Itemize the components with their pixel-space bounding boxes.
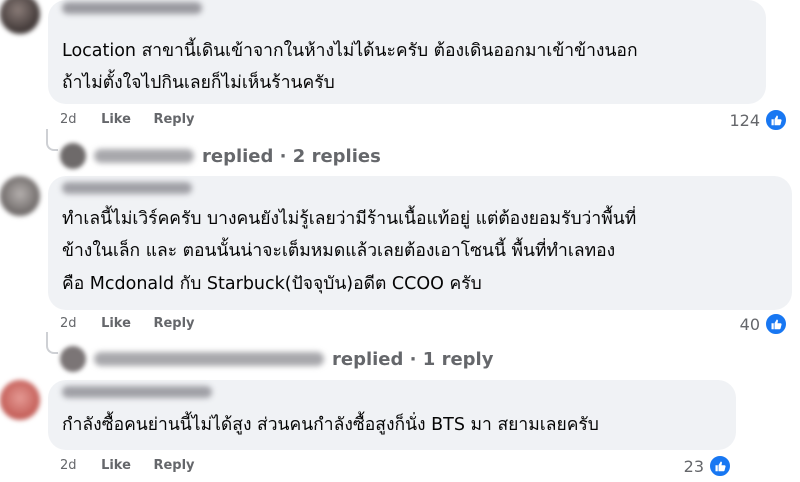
comment-text-line: Location สาขานี้เดินเข้าจากในห้างไม่ได้น… (62, 41, 638, 61)
commenter-avatar[interactable] (0, 176, 40, 216)
like-button[interactable]: Like (101, 112, 131, 127)
thumbs-up-icon (764, 108, 788, 132)
comment-text-line: คือ Mcdonald กับ Starbuck(ปัจจุบัน)อดีต … (62, 274, 482, 294)
reaction-summary[interactable]: 40 (740, 311, 788, 337)
reply-button[interactable]: Reply (153, 316, 194, 331)
like-button[interactable]: Like (101, 316, 131, 331)
comment-actions: 2d Like Reply (60, 112, 213, 127)
comment-bubble: Location สาขานี้เดินเข้าจากในห้างไม่ได้น… (48, 0, 766, 104)
replier-avatar (60, 346, 86, 372)
commenter-name[interactable] (62, 182, 192, 194)
reaction-count: 23 (683, 456, 704, 476)
comment-text-line: ถ้าไม่ตั้งใจไปกินเลยก็ไม่เห็นร้านครับ (62, 73, 335, 93)
reply-thread-line (46, 332, 58, 354)
comment-text-line: กำลังซื้อคนย่านนี้ไม่ได้สูง ส่วนคนกำลังซ… (62, 415, 599, 435)
comment-text-line: ข้างในเล็ก และ ตอนนั้นน่าจะเต็มหมดแล้วเล… (62, 241, 616, 261)
commenter-name[interactable] (62, 2, 202, 14)
replies-count-text: replied · 2 replies (202, 145, 381, 167)
comment-actions: 2d Like Reply (60, 316, 213, 331)
reaction-count: 124 (729, 110, 760, 130)
comment-timestamp[interactable]: 2d (60, 316, 77, 331)
reply-button[interactable]: Reply (153, 458, 194, 473)
comment-actions: 2d Like Reply (60, 458, 213, 473)
commenter-name[interactable] (62, 386, 212, 398)
replier-name (94, 149, 194, 163)
reaction-summary[interactable]: 23 (684, 453, 732, 479)
view-replies-link[interactable]: replied · 2 replies (46, 129, 381, 169)
thumbs-up-icon (708, 454, 732, 478)
comment-bubble: ทำเลนี้ไม่เวิร์คครับ บางคนยังไม่รู้เลยว่… (48, 176, 792, 310)
comment-timestamp[interactable]: 2d (60, 458, 77, 473)
reaction-summary[interactable]: 124 (729, 107, 788, 133)
reply-thread-line (46, 129, 58, 151)
comment-text-line: ทำเลนี้ไม่เวิร์คครับ บางคนยังไม่รู้เลยว่… (62, 209, 637, 229)
commenter-avatar[interactable] (0, 0, 40, 34)
comment-bubble: กำลังซื้อคนย่านนี้ไม่ได้สูง ส่วนคนกำลังซ… (48, 380, 736, 450)
replies-count-text: replied · 1 reply (332, 348, 494, 370)
like-button[interactable]: Like (101, 458, 131, 473)
view-replies-link[interactable]: replied · 1 reply (46, 332, 494, 372)
comment-timestamp[interactable]: 2d (60, 112, 77, 127)
commenter-avatar[interactable] (0, 380, 40, 420)
replier-avatar (60, 143, 86, 169)
reaction-count: 40 (739, 314, 760, 334)
replier-name (94, 352, 324, 366)
reply-button[interactable]: Reply (153, 112, 194, 127)
thumbs-up-icon (764, 312, 788, 336)
